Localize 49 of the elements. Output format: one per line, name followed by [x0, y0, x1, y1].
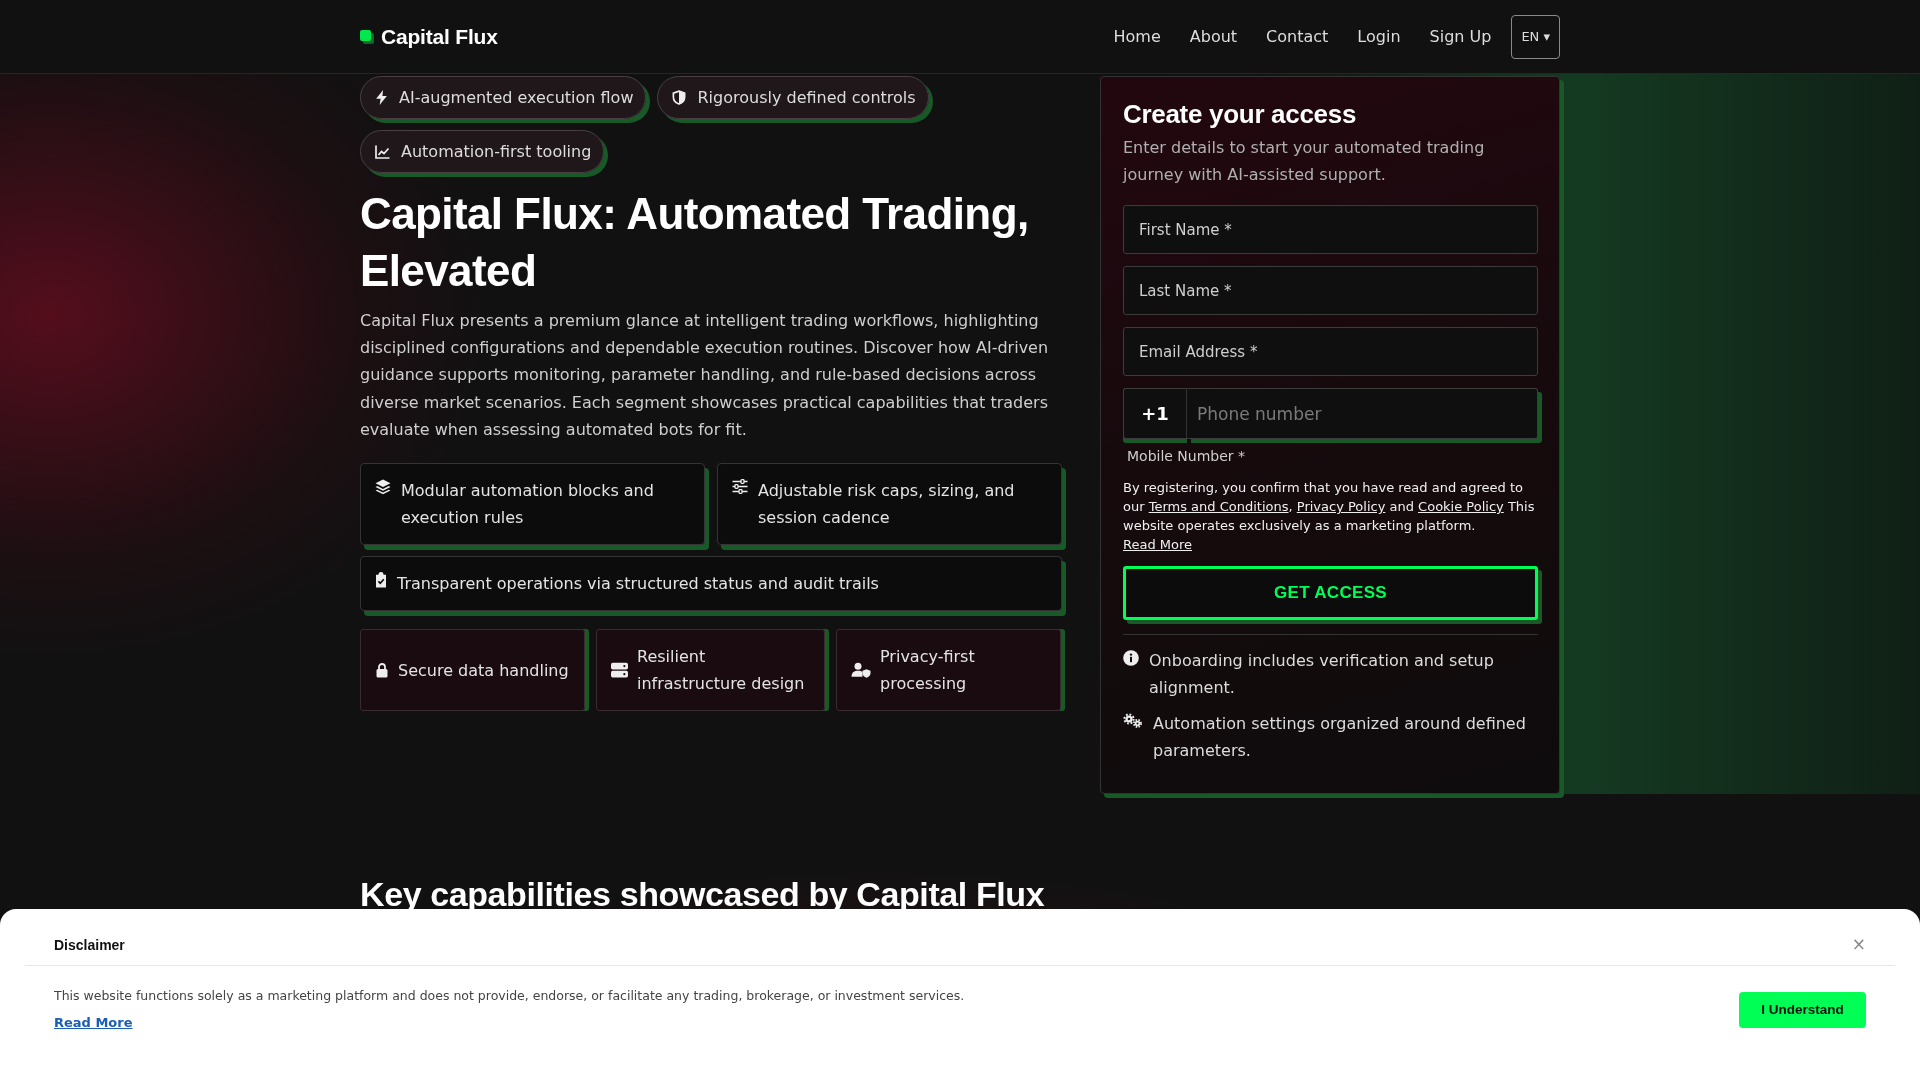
consent-text: By registering, you confirm that you have read and agreed to our Terms and Conditions, Privacy Policy and Cookie Policy This website operates exclusively as a marketing platform. Read More [1123, 479, 1536, 554]
note-text: Automation settings organized around defined parameters. [1153, 713, 1527, 762]
last-name-field[interactable]: Last Name * [1123, 266, 1538, 315]
shield-icon [672, 90, 687, 105]
info-icon [1123, 650, 1139, 666]
layers-icon [375, 479, 391, 495]
pill-label: Rigorously defined controls [697, 88, 916, 107]
user-shield-icon [851, 662, 871, 678]
server-icon [611, 662, 628, 678]
nav-link[interactable]: About [1189, 27, 1238, 46]
feature-text: Adjustable risk caps, sizing, and session cadence [758, 480, 1016, 529]
highlight-text: Privacy-first processing [880, 646, 976, 695]
sliders-icon [732, 479, 748, 494]
nav-link[interactable]: Login [1357, 27, 1401, 46]
pill-label: AI-augmented execution flow [399, 88, 634, 107]
gears-icon [1123, 713, 1143, 729]
hero-description: Capital Flux presents a premium glance at intelligent trading workflows, highlighting disciplined configurations and dependable execution routines. Discover how AI-driven guidance supports monitoring, parameter handling, and rule-based decisions across diverse market scenarios. Each segment showcases practical capabilities that traders evaluate when assessing automated bots for fit. [360, 310, 1050, 441]
nav-link[interactable]: Sign Up [1429, 27, 1492, 46]
consent-link[interactable]: Read More [1123, 537, 1193, 552]
logo-icon [360, 29, 374, 44]
note-text: Onboarding includes verification and setup alignment. [1149, 650, 1495, 699]
form-subtitle: Enter details to start your automated trading journey with AI-assisted support. [1123, 137, 1486, 186]
disclaimer-title: Disclaimer [54, 936, 125, 953]
form-title: Create your access [1123, 98, 1358, 131]
consent-link[interactable]: Terms and Conditions [1148, 499, 1289, 514]
pill-label: Automation-first tooling [401, 142, 592, 161]
clipboard-check-icon [375, 572, 387, 588]
email-field[interactable]: Email Address * [1123, 327, 1538, 376]
first-name-field[interactable]: First Name * [1123, 205, 1538, 254]
nav-link[interactable]: Home [1113, 27, 1161, 46]
phone-field-label: Mobile Number * [1127, 448, 1247, 464]
highlight-text: Secure data handling [398, 659, 569, 682]
nav-link[interactable]: Contact [1266, 27, 1329, 46]
understand-button[interactable]: I Understand [1739, 991, 1866, 1028]
close-button[interactable]: × [1851, 936, 1866, 953]
disclaimer-text: This website functions solely as a marketing platform and does not provide, endorse, or facilitate any trading, brokerage, or investment services. [54, 988, 965, 1003]
phone-number-field[interactable]: Phone number [1187, 388, 1538, 439]
consent-link[interactable]: Cookie Policy [1418, 499, 1504, 514]
lock-icon [375, 662, 389, 678]
lightning-bolt-icon [375, 90, 388, 105]
highlight-text: Resilient infrastructure design [637, 646, 806, 695]
feature-text: Modular automation blocks and execution rules [401, 480, 655, 529]
logo-text[interactable]: Capital Flux [381, 24, 498, 49]
line-chart-icon [375, 144, 390, 159]
consent-link[interactable]: Privacy Policy [1296, 499, 1386, 514]
language-button[interactable]: EN ▾ [1511, 14, 1560, 59]
read-more-link[interactable]: Read More [54, 1015, 133, 1030]
hero-title: Capital Flux: Automated Trading, Elevated [360, 188, 1030, 297]
feature-text: Transparent operations via structured status and audit trails [397, 573, 879, 595]
